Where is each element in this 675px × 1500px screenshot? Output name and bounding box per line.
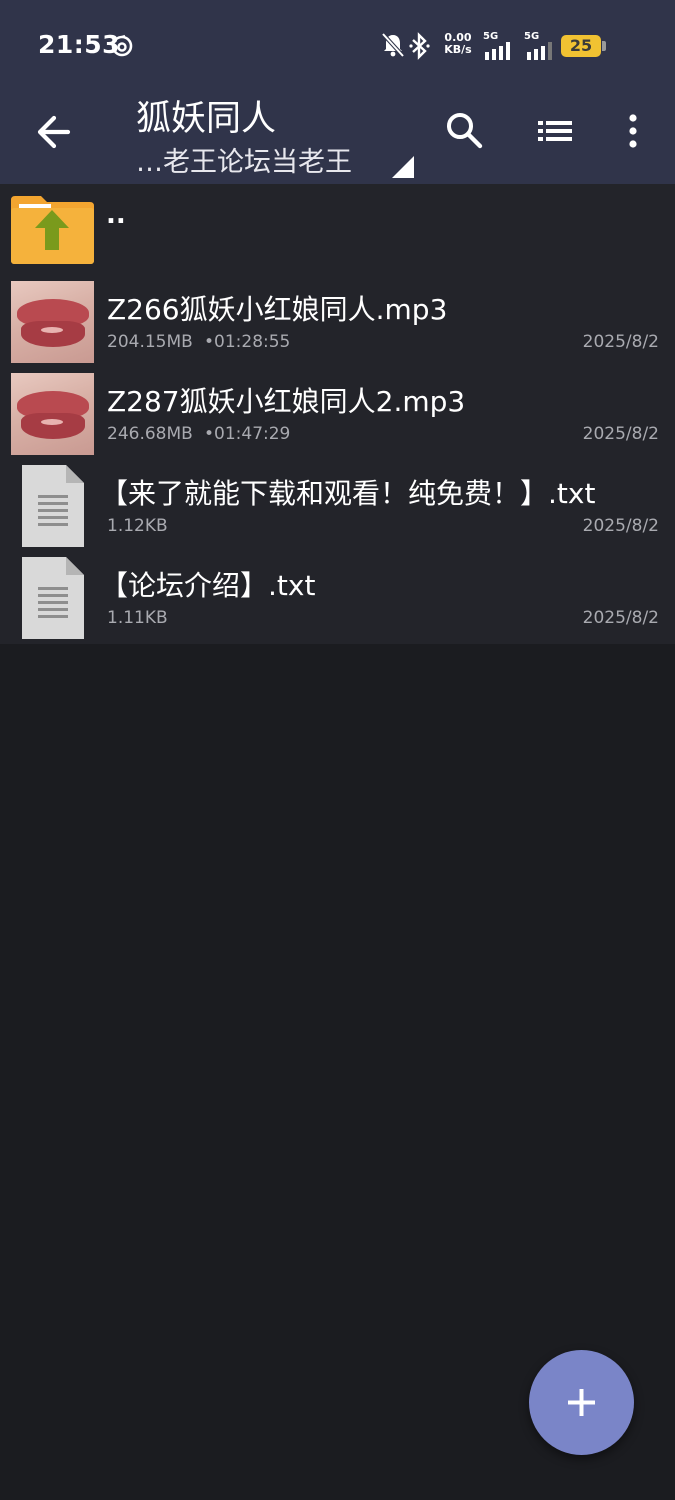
file-date: 2025/8/2	[582, 516, 659, 536]
sim2-signal-icon	[527, 42, 552, 60]
sim2-network-type: 5G	[524, 31, 540, 42]
sim1-signal-icon	[485, 42, 510, 60]
file-size: 246.68MB	[107, 424, 193, 444]
folder-up-icon	[11, 196, 94, 264]
more-options-icon[interactable]	[618, 106, 648, 156]
search-icon[interactable]	[440, 106, 488, 154]
plus-icon	[568, 1389, 595, 1416]
folder-path[interactable]: …老王论坛当老王	[136, 140, 352, 179]
file-duration: •01:28:55	[204, 332, 291, 352]
file-name: 【论坛介绍】.txt	[100, 569, 316, 602]
add-button[interactable]	[529, 1350, 634, 1455]
netease-music-icon	[111, 34, 133, 57]
file-size: 1.11KB	[107, 608, 168, 628]
bluetooth-icon	[409, 32, 430, 60]
audio-thumbnail	[11, 373, 94, 455]
app-header: 21:53 0.00 KB/s 5G 5G 25 狐妖同人 …老王论坛当老王	[0, 0, 675, 184]
status-icons: 0.00 KB/s 5G 5G 25	[381, 28, 641, 64]
file-size: 204.15MB	[107, 332, 193, 352]
status-time: 21:53	[38, 30, 121, 59]
mute-bell-icon	[381, 32, 405, 58]
status-bar: 21:53 0.00 KB/s 5G 5G 25	[0, 0, 675, 90]
file-duration: •01:47:29	[204, 424, 291, 444]
back-arrow-icon[interactable]	[26, 108, 80, 156]
battery-level: 25	[561, 35, 601, 57]
list-item-text-file[interactable]: 【来了就能下载和观看！纯免费！】.txt 1.12KB 2025/8/2	[0, 460, 675, 552]
list-item-audio-file[interactable]: Z266狐妖小红娘同人.mp3 204.15MB •01:28:55 2025/…	[0, 276, 675, 368]
text-document-icon	[22, 465, 84, 547]
text-document-icon	[22, 557, 84, 639]
network-speed-unit: KB/s	[444, 43, 472, 56]
file-name: Z287狐妖小红娘同人2.mp3	[107, 385, 466, 418]
file-date: 2025/8/2	[582, 424, 659, 444]
list-item-audio-file[interactable]: Z287狐妖小红娘同人2.mp3 246.68MB •01:47:29 2025…	[0, 368, 675, 460]
file-name: 【来了就能下载和观看！纯免费！】.txt	[100, 477, 596, 510]
folder-title: 狐妖同人	[136, 99, 277, 139]
list-view-icon[interactable]	[532, 108, 578, 154]
list-item-parent-folder[interactable]: ..	[0, 184, 675, 276]
battery-cap	[602, 41, 606, 51]
file-date: 2025/8/2	[582, 608, 659, 628]
network-speed: 0.00 KB/s	[441, 32, 475, 56]
list-item-text-file[interactable]: 【论坛介绍】.txt 1.11KB 2025/8/2	[0, 552, 675, 644]
parent-folder-label: ..	[106, 200, 126, 230]
audio-thumbnail	[11, 281, 94, 363]
sim1-network-type: 5G	[483, 31, 499, 42]
file-size: 1.12KB	[107, 516, 168, 536]
path-dropdown-icon[interactable]	[392, 156, 414, 178]
file-date: 2025/8/2	[582, 332, 659, 352]
file-name: Z266狐妖小红娘同人.mp3	[107, 293, 448, 326]
